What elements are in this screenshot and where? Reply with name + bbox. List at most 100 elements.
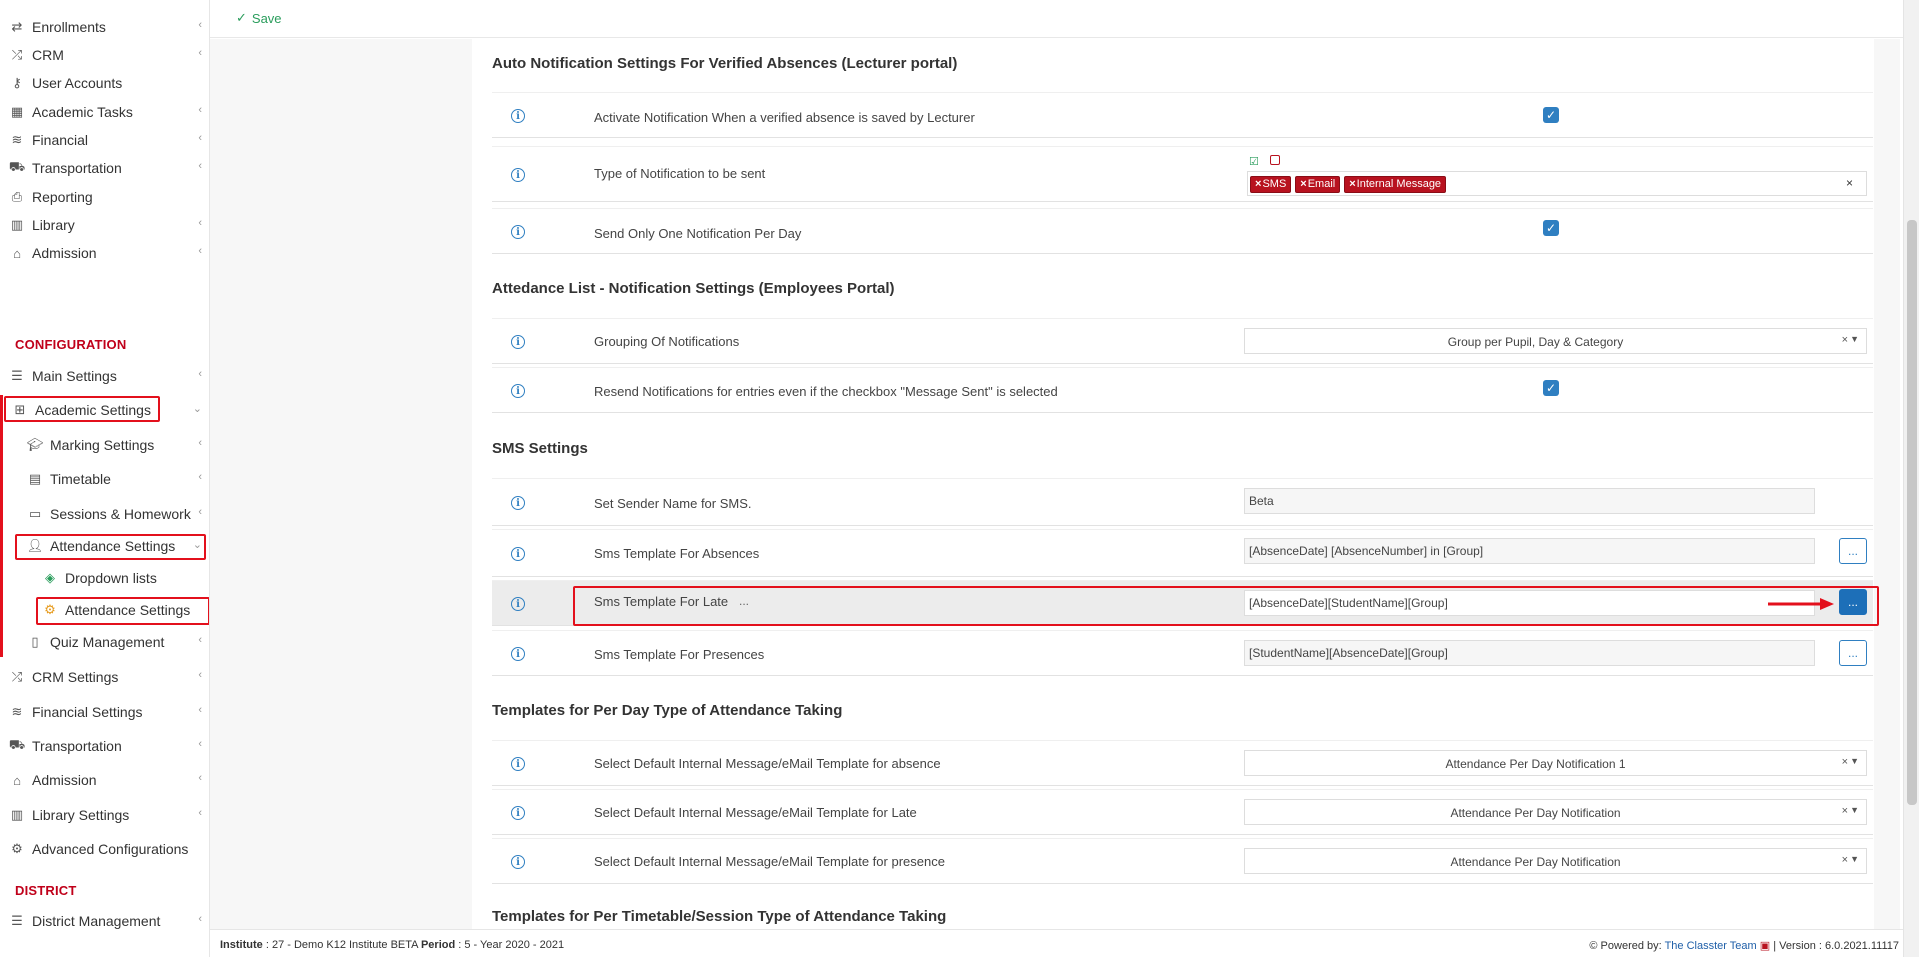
tag-internal-message[interactable]: × Internal Message [1344, 175, 1447, 193]
select-all-icon[interactable]: ☑ [1249, 155, 1259, 168]
sidebar-item-quiz-management[interactable]: ▯ Quiz Management ‹ [0, 627, 209, 657]
sidebar-item-financial-settings[interactable]: ≋ Financial Settings ‹ [0, 697, 209, 727]
sidebar-item-crm-settings[interactable]: ⤮ CRM Settings ‹ [0, 662, 209, 692]
info-icon[interactable]: i [511, 109, 525, 123]
scrollbar-thumb[interactable] [1907, 220, 1917, 805]
sidebar-item-transportation-settings[interactable]: ⛟ Transportation ‹ [0, 731, 209, 761]
resend-checkbox[interactable]: ✓ [1543, 380, 1559, 396]
info-icon[interactable]: i [511, 757, 525, 771]
remove-tag-icon[interactable]: × [1255, 178, 1261, 190]
save-button[interactable]: ✓ Save [236, 10, 282, 26]
sidebar-item-crm[interactable]: ⤮ CRM ‹ [0, 40, 209, 70]
clear-icon[interactable]: × [1842, 334, 1848, 346]
info-icon[interactable]: i [511, 647, 525, 661]
template-presences-edit-button[interactable]: ... [1839, 640, 1867, 666]
tag-email[interactable]: × Email [1295, 175, 1341, 193]
template-absences-edit-button[interactable]: ... [1839, 538, 1867, 564]
sidebar-item-main-settings[interactable]: ☰ Main Settings ‹ [0, 361, 209, 391]
chevron-icon: ‹ [198, 506, 202, 518]
chevron-icon: ‹ [198, 217, 202, 229]
toolbar: ✓ Save [210, 0, 1919, 38]
sidebar-item-user-accounts[interactable]: ⚷ User Accounts [0, 68, 209, 98]
user-check-icon: 👤︎ [26, 538, 44, 553]
sitemap-icon: ⊞ [14, 402, 26, 417]
notification-type-multiselect[interactable]: × SMS × Email × Internal Message × [1247, 171, 1867, 196]
template-absences-input[interactable]: [AbsenceDate] [AbsenceNumber] in [Group] [1244, 538, 1815, 564]
gift-icon: ▣ [1759, 940, 1771, 952]
template-late-edit-button[interactable]: ... [1839, 589, 1867, 615]
row-resend: i Resend Notifications for entries even … [492, 367, 1873, 413]
chevron-down-icon[interactable]: ▼ [1850, 334, 1859, 344]
sidebar-item-library-settings[interactable]: ▥ Library Settings ‹ [0, 800, 209, 830]
sender-name-input[interactable]: Beta [1244, 488, 1815, 514]
remove-tag-icon[interactable]: × [1349, 178, 1355, 190]
clear-icon[interactable]: × [1842, 756, 1848, 768]
chevron-icon: ‹ [198, 47, 202, 59]
chevron-icon: ‹ [198, 634, 202, 646]
sidebar-item-transportation[interactable]: ⛟ Transportation ‹ [0, 153, 209, 183]
ellipsis-text: ... [739, 594, 750, 608]
classter-logo-icon: © [1589, 940, 1598, 952]
im-absence-select[interactable]: Attendance Per Day Notification 1 × ▼ [1244, 750, 1867, 776]
deselect-all-icon[interactable] [1270, 155, 1280, 165]
info-icon[interactable]: i [511, 225, 525, 239]
chevron-down-icon: ⌄ [192, 403, 202, 415]
sidebar-item-timetable[interactable]: ▤ Timetable ‹ [0, 464, 209, 494]
info-icon[interactable]: i [511, 168, 525, 182]
sidebar-item-academic-tasks[interactable]: ▦ Academic Tasks ‹ [0, 97, 209, 127]
sidebar-item-dropdown-lists[interactable]: ◈ Dropdown lists [0, 563, 209, 593]
remove-tag-icon[interactable]: × [1300, 178, 1306, 190]
footer-credits: © Powered by: The Classter Team ▣ | Vers… [1589, 940, 1899, 952]
chevron-icon: ‹ [198, 772, 202, 784]
sidebar-item-admission-settings[interactable]: ⌂ Admission ‹ [0, 765, 209, 795]
clear-selection-icon[interactable]: × [1846, 176, 1853, 190]
chevron-icon: ‹ [198, 738, 202, 750]
activate-notification-checkbox[interactable]: ✓ [1543, 107, 1559, 123]
cogs-icon: ⚙ [44, 602, 56, 617]
info-icon[interactable]: i [511, 496, 525, 510]
one-per-day-checkbox[interactable]: ✓ [1543, 220, 1559, 236]
sidebar-item-attendance-settings-child[interactable]: ⚙ Attendance Settings [0, 595, 209, 625]
grid-icon: ▦ [10, 104, 24, 119]
chevron-icon: ‹ [198, 160, 202, 172]
info-icon[interactable]: i [511, 597, 525, 611]
im-late-select[interactable]: Attendance Per Day Notification × ▼ [1244, 799, 1867, 825]
section-title-attendance-list: Attedance List - Notification Settings (… [492, 280, 895, 297]
info-icon[interactable]: i [511, 855, 525, 869]
clear-icon[interactable]: × [1842, 805, 1848, 817]
chevron-down-icon: ⌄ [192, 539, 202, 551]
scrollbar[interactable] [1903, 0, 1919, 957]
section-title-per-session-templates: Templates for Per Timetable/Session Type… [492, 908, 947, 925]
template-presences-input[interactable]: [StudentName][AbsenceDate][Group] [1244, 640, 1815, 666]
grouping-select[interactable]: Group per Pupil, Day & Category × ▼ [1244, 328, 1867, 354]
clear-icon[interactable]: × [1842, 854, 1848, 866]
classter-team-link[interactable]: The Classter Team [1665, 940, 1757, 952]
chevron-down-icon[interactable]: ▼ [1850, 805, 1859, 815]
sidebar-item-attendance-settings[interactable]: 👤︎ Attendance Settings ⌄ [0, 531, 209, 561]
tag-sms[interactable]: × SMS [1250, 175, 1292, 193]
book-icon: ▯ [31, 634, 39, 649]
sidebar-item-reporting[interactable]: ⎙ Reporting [0, 182, 209, 212]
sidebar-item-marking-settings[interactable]: 🎓︎ Marking Settings ‹ [0, 430, 209, 460]
cogs-icon: ⚙ [11, 841, 23, 856]
info-icon[interactable]: i [511, 806, 525, 820]
info-icon[interactable]: i [511, 335, 525, 349]
sidebar-item-sessions-homework[interactable]: ▭ Sessions & Homework ‹ [0, 499, 209, 529]
info-icon[interactable]: i [511, 384, 525, 398]
chevron-down-icon[interactable]: ▼ [1850, 854, 1859, 864]
chevron-icon: ‹ [198, 132, 202, 144]
template-late-input[interactable]: [AbsenceDate][StudentName][Group] [1244, 590, 1815, 616]
row-one-per-day: i Send Only One Notification Per Day [492, 208, 1873, 254]
chevron-icon: ‹ [198, 368, 202, 380]
sidebar-item-library[interactable]: ▥ Library ‹ [0, 210, 209, 240]
sidebar-item-financial[interactable]: ≋ Financial ‹ [0, 125, 209, 155]
im-presence-select[interactable]: Attendance Per Day Notification × ▼ [1244, 848, 1867, 874]
row-activate-notification: i Activate Notification When a verified … [492, 92, 1873, 138]
sidebar-item-advanced-configurations[interactable]: ⚙ Advanced Configurations [0, 834, 209, 864]
chevron-down-icon[interactable]: ▼ [1850, 756, 1859, 766]
sidebar-item-district-management[interactable]: ☰ District Management ‹ [0, 906, 209, 936]
sidebar-item-enrollments[interactable]: ⇄ Enrollments ‹ [0, 12, 209, 42]
sidebar-item-academic-settings[interactable]: ⊞ Academic Settings ⌄ [0, 395, 209, 425]
sidebar-item-admission[interactable]: ⌂ Admission ‹ [0, 238, 209, 268]
info-icon[interactable]: i [511, 547, 525, 561]
